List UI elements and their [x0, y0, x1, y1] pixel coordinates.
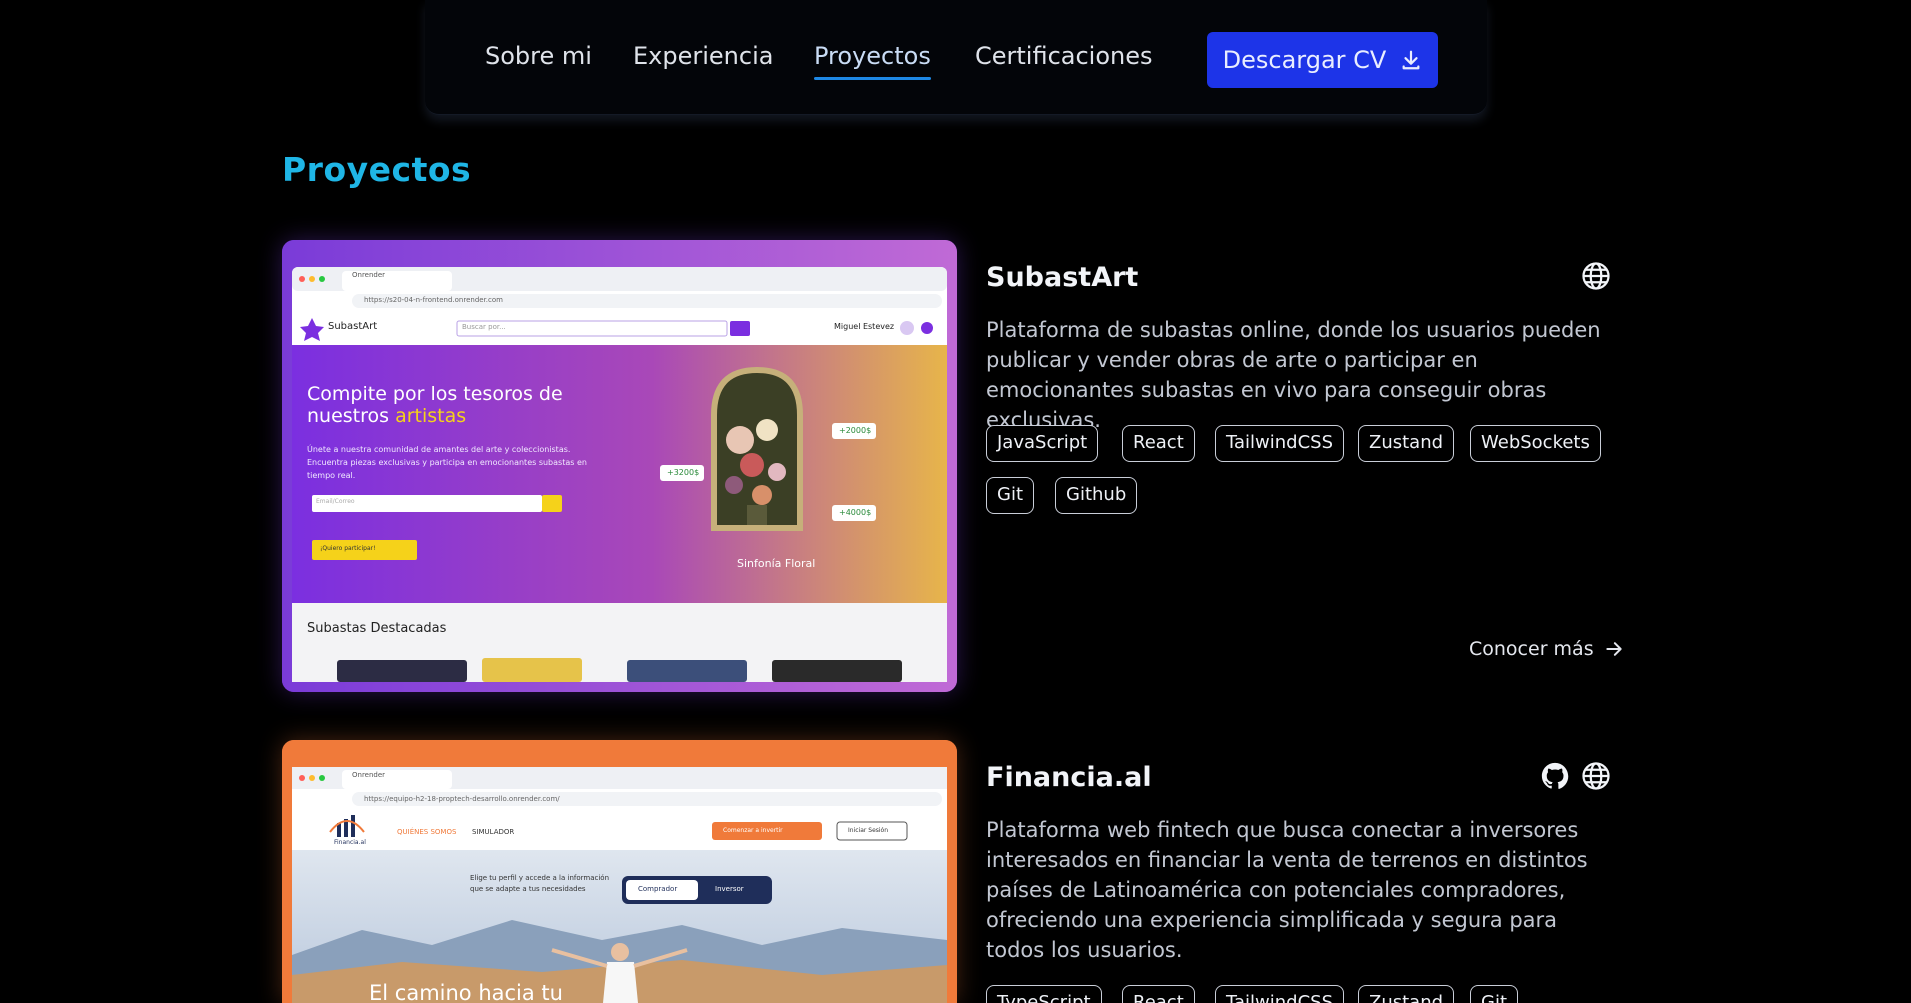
tag-tailwindcss: TailwindCSS [1215, 425, 1345, 462]
tag-react: React [1122, 425, 1195, 462]
project-screenshot-financia[interactable]: Onrender https://equipo-h2-18-proptech-d… [282, 740, 957, 1003]
mock-painting-title: Sinfonía Floral [737, 557, 816, 570]
mock-input: Email/Correo [316, 498, 355, 505]
tag-javascript: JavaScript [986, 425, 1099, 462]
mock-url: https://s20-04-n-frontend.onrender.com [364, 296, 503, 304]
globe-icon[interactable] [1581, 261, 1611, 291]
nav-proyectos[interactable]: Proyectos [814, 42, 931, 80]
project-screenshot-subastart[interactable]: Onrender https://s20-04-n-frontend.onren… [282, 240, 957, 692]
tag-zustand: Zustand [1358, 425, 1455, 462]
tag-react: React [1122, 985, 1195, 1003]
mock2-menu-1: QUIÉNES SOMOS [397, 828, 457, 836]
mock-bid-3: +4000$ [839, 508, 872, 517]
conocer-mas-label: Conocer más [1469, 638, 1594, 660]
mock2-brand: Financia.al [334, 839, 366, 846]
mock-bid-2: +3200$ [667, 468, 700, 477]
mock2-hero: El camino hacia tu [369, 981, 563, 1003]
section-title: Proyectos [282, 150, 472, 189]
tag-tailwindcss: TailwindCSS [1215, 985, 1345, 1003]
project-description-financia: Plataforma web fintech que busca conecta… [986, 818, 1588, 962]
mock-featured: Subastas Destacadas [307, 621, 447, 636]
project-description-subastart: Plataforma de subastas online, donde los… [986, 318, 1601, 432]
tag-git: Git [1470, 985, 1519, 1003]
tag-typescript: TypeScript [986, 985, 1102, 1003]
mock2-menu-2: SIMULADOR [472, 828, 515, 836]
tag-websockets: WebSockets [1470, 425, 1601, 462]
mock2-login: Iniciar Sesión [848, 827, 889, 834]
mock-tab-label: Onrender [352, 271, 386, 279]
mock2-cta: Comenzar a invertir [723, 827, 783, 834]
download-cv-label: Descargar CV [1222, 46, 1387, 74]
mock2-url: https://equipo-h2-18-proptech-desarrollo… [364, 795, 560, 803]
download-icon [1402, 50, 1420, 70]
globe-icon[interactable] [1581, 761, 1611, 791]
top-navbar: Sobre mi Experiencia Proyectos Certifica… [425, 0, 1487, 115]
nav-sobre-mi[interactable]: Sobre mi [485, 42, 592, 70]
mock-brand: SubastArt [328, 321, 378, 332]
mock-user: Miguel Estevez [834, 322, 895, 331]
mock-cta: ¡Quiero participar! [320, 545, 376, 552]
tag-zustand: Zustand [1358, 985, 1455, 1003]
project-title-subastart: SubastArt [986, 262, 1139, 293]
tag-git: Git [986, 477, 1035, 514]
arrow-right-icon [1605, 642, 1622, 656]
mock2-toggle-1: Comprador [638, 885, 678, 893]
project-title-financia: Financia.al [986, 762, 1152, 793]
mock2-toggle-2: Inversor [715, 885, 744, 893]
github-icon[interactable] [1540, 761, 1570, 791]
mock-bid-1: +2000$ [839, 426, 872, 435]
mock-hero-title: Compite por los tesoros de nuestros arti… [307, 383, 563, 427]
nav-experiencia[interactable]: Experiencia [633, 42, 773, 70]
conocer-mas-link[interactable]: Conocer más [1469, 638, 1624, 660]
mock2-prompt: Elige tu perfil y accede a la informació… [470, 874, 610, 893]
mock2-tab-label: Onrender [352, 771, 386, 779]
download-cv-button[interactable]: Descargar CV [1207, 32, 1438, 88]
mock-search: Buscar por... [462, 323, 506, 331]
mock-hero-text: Únete a nuestra comunidad de amantes del… [307, 445, 587, 480]
tag-github: Github [1055, 477, 1138, 514]
nav-certificaciones[interactable]: Certificaciones [975, 42, 1153, 70]
